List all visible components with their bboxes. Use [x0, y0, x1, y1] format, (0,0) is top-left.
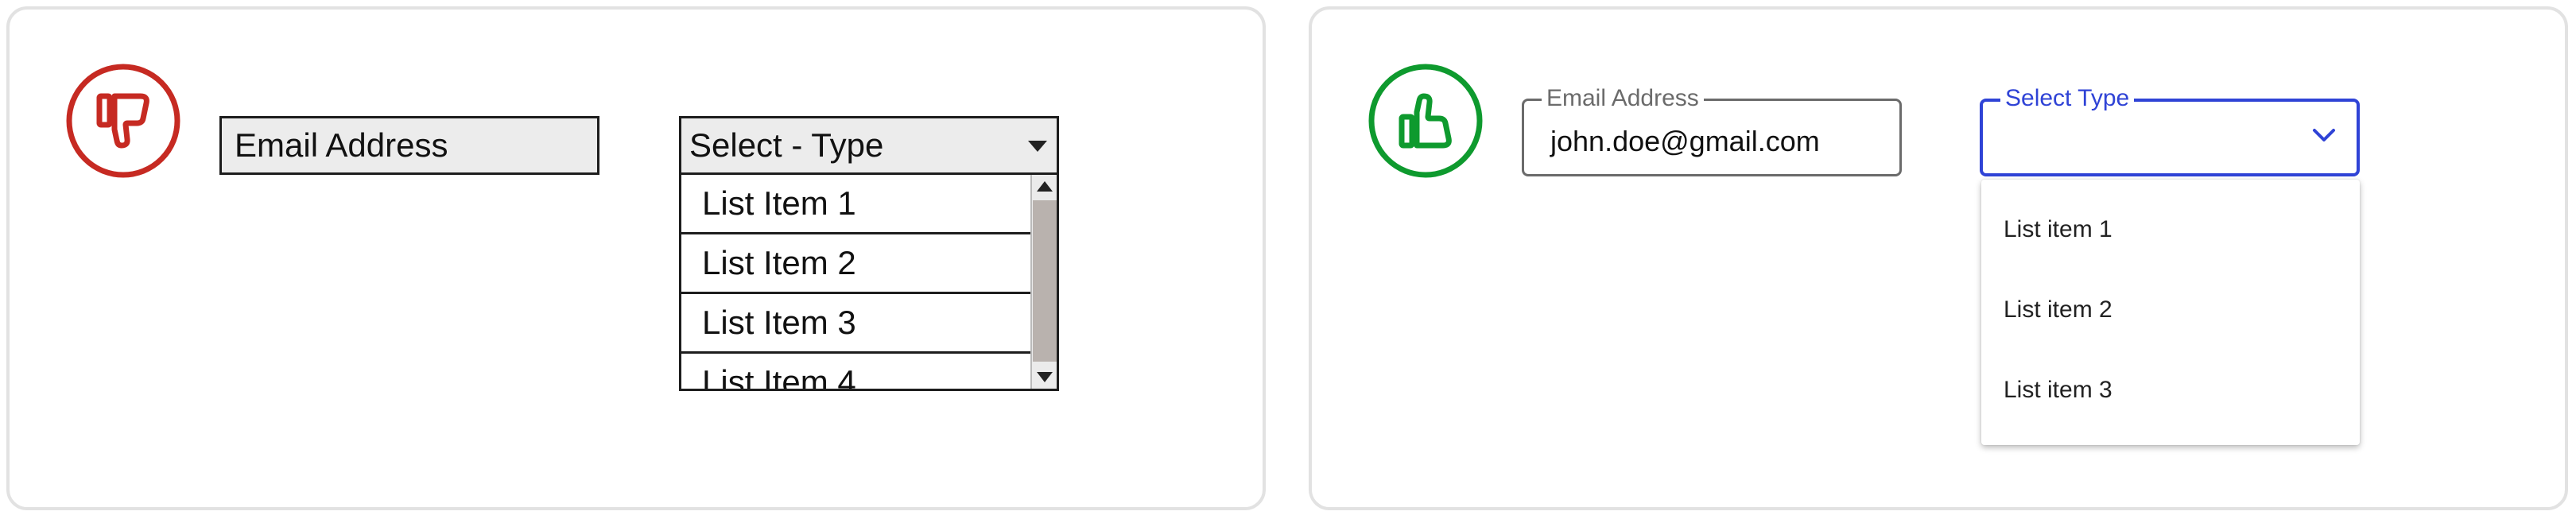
type-select-label: Select Type: [2000, 85, 2135, 112]
good-example-panel: Email Address john.doe@gmail.com Select …: [1309, 6, 2568, 510]
email-input-placeholder: Email Address: [235, 126, 448, 164]
scrollbar-thumb[interactable]: [1033, 200, 1057, 362]
thumbs-down-icon: [65, 63, 181, 179]
menu-item[interactable]: List item 1: [1981, 189, 2360, 269]
email-field[interactable]: Email Address john.doe@gmail.com: [1522, 85, 1902, 176]
type-select-menu: List item 1 List item 2 List item 3: [1981, 180, 2360, 445]
type-select-label: Select - Type: [689, 126, 884, 164]
type-select-header[interactable]: Select - Type: [681, 118, 1057, 175]
thumbs-up-icon: [1368, 63, 1484, 179]
caret-down-icon[interactable]: [1028, 141, 1047, 152]
menu-item[interactable]: List item 2: [1981, 269, 2360, 350]
scroll-down-arrow-icon[interactable]: [1037, 372, 1053, 382]
chevron-down-icon[interactable]: [2312, 127, 2336, 147]
email-input[interactable]: Email Address: [219, 116, 599, 175]
scroll-up-arrow-icon[interactable]: [1037, 181, 1053, 192]
type-select-listbox[interactable]: Select - Type List Item 1 List Item 2 Li…: [679, 116, 1059, 391]
email-field-value[interactable]: john.doe@gmail.com: [1550, 125, 1820, 158]
list-item[interactable]: List Item 4: [681, 354, 1033, 389]
menu-item[interactable]: List item 3: [1981, 350, 2360, 430]
list-item[interactable]: List Item 1: [681, 175, 1033, 234]
type-select-options: List Item 1 List Item 2 List Item 3 List…: [681, 175, 1033, 389]
type-select[interactable]: Select Type: [1980, 85, 2360, 176]
bad-example-panel: Email Address Select - Type List Item 1 …: [6, 6, 1266, 510]
list-item[interactable]: List Item 3: [681, 294, 1033, 354]
list-item[interactable]: List Item 2: [681, 234, 1033, 294]
scrollbar[interactable]: [1030, 175, 1057, 389]
email-field-label: Email Address: [1542, 85, 1704, 112]
